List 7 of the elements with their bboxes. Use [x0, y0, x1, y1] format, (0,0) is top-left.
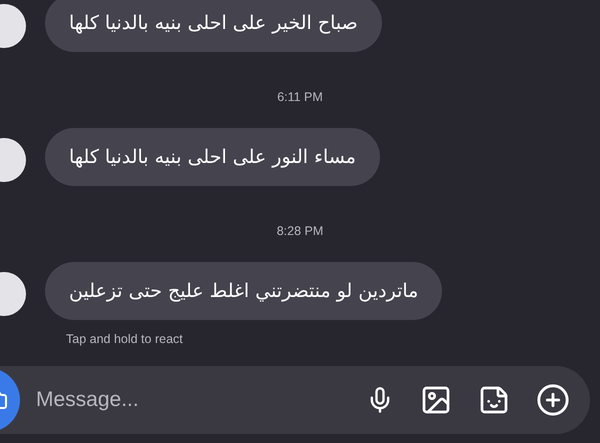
timestamp: 6:11 PM — [276, 89, 324, 106]
message-bubble[interactable]: ماتردين لو منتضرتني اغلط عليج حتى تزعلين — [45, 262, 442, 320]
timestamp: 8:28 PM — [276, 223, 324, 240]
message-field[interactable]: Message... — [34, 387, 346, 413]
message-bubble[interactable]: مساء النور على احلى بنيه بالدنيا كلها — [45, 128, 380, 186]
reaction-hint: Tap and hold to react — [66, 332, 184, 346]
message-bubble[interactable]: صباح الخير على احلى بنيه بالدنيا كلها — [45, 0, 382, 52]
